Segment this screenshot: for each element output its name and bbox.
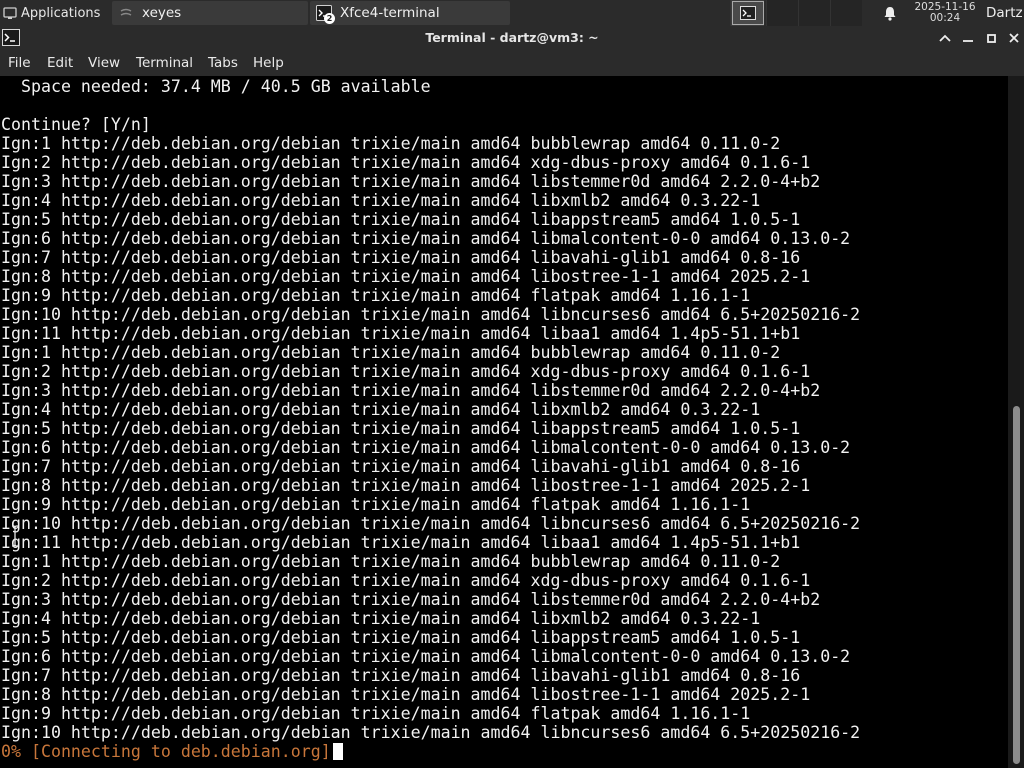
terminal-line: Ign:6 http://deb.debian.org/debian trixi… [1, 647, 851, 666]
terminal-line: Ign:7 http://deb.debian.org/debian trixi… [1, 457, 801, 476]
workspace-3[interactable] [798, 0, 830, 26]
terminal-icon [739, 6, 756, 20]
terminal-line: Ign:8 http://deb.debian.org/debian trixi… [1, 476, 811, 495]
clock-time: 00:24 [929, 12, 961, 24]
progress-text: 0% [Connecting to deb.debian.org] [1, 742, 331, 761]
menu-bar: File Edit View Terminal Tabs Help [0, 50, 1024, 76]
terminal-line: Ign:5 http://deb.debian.org/debian trixi… [1, 628, 801, 647]
terminal-line: Ign:3 http://deb.debian.org/debian trixi… [1, 172, 821, 191]
window-titlebar[interactable]: Terminal - dartz@vm3: ~ [0, 26, 1024, 50]
terminal-line: Ign:2 http://deb.debian.org/debian trixi… [1, 362, 811, 381]
terminal-line: Ign:2 http://deb.debian.org/debian trixi… [1, 571, 811, 590]
terminal-line: Ign:10 http://deb.debian.org/debian trix… [1, 723, 861, 742]
terminal-line: Ign:6 http://deb.debian.org/debian trixi… [1, 229, 851, 248]
terminal-line: Ign:1 http://deb.debian.org/debian trixi… [1, 134, 781, 153]
menu-file[interactable]: File [8, 50, 31, 76]
top-panel: Applications xeyes 2 Xfce4-terminal 2025… [0, 0, 1024, 26]
terminal-line: Ign:8 http://deb.debian.org/debian trixi… [1, 267, 811, 286]
terminal-output[interactable]: Space needed: 37.4 MB / 40.5 GB availabl… [0, 76, 1008, 768]
user-name: Dartz [986, 5, 1023, 21]
terminal-line: Ign:6 http://deb.debian.org/debian trixi… [1, 438, 851, 457]
menu-terminal[interactable]: Terminal [136, 50, 193, 76]
terminal-line: Ign:7 http://deb.debian.org/debian trixi… [1, 248, 801, 267]
text-cursor-icon [12, 525, 18, 547]
terminal-line: Ign:10 http://deb.debian.org/debian trix… [1, 514, 861, 533]
terminal-line: Space needed: 37.4 MB / 40.5 GB availabl… [1, 77, 431, 96]
workspace-4[interactable] [830, 0, 862, 26]
clock[interactable]: 2025-11-16 00:24 [906, 0, 984, 26]
terminal-line: Ign:4 http://deb.debian.org/debian trixi… [1, 191, 761, 210]
menu-view[interactable]: View [88, 50, 120, 76]
terminal-line: Ign:5 http://deb.debian.org/debian trixi… [1, 419, 801, 438]
maximize-button[interactable] [935, 28, 955, 48]
terminal-line: Ign:8 http://deb.debian.org/debian trixi… [1, 685, 811, 704]
applications-menu-button[interactable]: Applications [0, 0, 108, 26]
terminal-line: Ign:5 http://deb.debian.org/debian trixi… [1, 210, 801, 229]
terminal-line: Ign:9 http://deb.debian.org/debian trixi… [1, 495, 751, 514]
close-icon [1009, 33, 1019, 43]
restore-button[interactable] [981, 28, 1001, 48]
terminal-line: Ign:4 http://deb.debian.org/debian trixi… [1, 609, 761, 628]
taskbar-item-label: Xfce4-terminal [340, 5, 440, 21]
terminal-lines: Space needed: 37.4 MB / 40.5 GB availabl… [1, 77, 860, 761]
menu-help[interactable]: Help [253, 50, 284, 76]
terminal-line: Ign:9 http://deb.debian.org/debian trixi… [1, 286, 751, 305]
terminal-line: Ign:2 http://deb.debian.org/debian trixi… [1, 153, 811, 172]
terminal-scrollbar[interactable] [1008, 76, 1024, 768]
terminal-line: Ign:9 http://deb.debian.org/debian trixi… [1, 704, 751, 723]
taskbar-item-terminal[interactable]: 2 Xfce4-terminal [310, 1, 510, 25]
minimize-icon [963, 40, 973, 42]
window-count-badge: 2 [324, 13, 335, 24]
window-title: Terminal - dartz@vm3: ~ [425, 30, 599, 45]
terminal-cursor [332, 743, 343, 760]
user-menu-button[interactable]: Dartz [986, 0, 1024, 26]
close-button[interactable] [1004, 28, 1024, 48]
taskbar-item-label: xeyes [142, 5, 182, 21]
notifications-button[interactable] [878, 0, 902, 26]
terminal-line: Ign:1 http://deb.debian.org/debian trixi… [1, 343, 781, 362]
menu-edit[interactable]: Edit [47, 50, 73, 76]
workspace-1[interactable] [730, 0, 764, 26]
bell-icon [884, 6, 896, 21]
applications-label: Applications [21, 5, 101, 21]
xfce-logo-icon [3, 7, 17, 19]
progress-line: 0% [Connecting to deb.debian.org] [1, 742, 860, 761]
terminal-icon: 2 [316, 5, 335, 24]
taskbar-item-xeyes[interactable]: xeyes [112, 1, 308, 25]
terminal-line: Ign:3 http://deb.debian.org/debian trixi… [1, 381, 821, 400]
scrollbar-thumb[interactable] [1013, 406, 1020, 764]
terminal-line: Ign:3 http://deb.debian.org/debian trixi… [1, 590, 821, 609]
terminal-line: Ign:7 http://deb.debian.org/debian trixi… [1, 666, 801, 685]
terminal-line: Ign:11 http://deb.debian.org/debian trix… [1, 324, 801, 343]
terminal-line: Ign:11 http://deb.debian.org/debian trix… [1, 533, 801, 552]
terminal-line: Ign:10 http://deb.debian.org/debian trix… [1, 305, 861, 324]
minimize-button[interactable] [958, 28, 978, 48]
chevron-up-icon [939, 34, 951, 42]
workspace-2[interactable] [766, 0, 798, 26]
terminal-line: Ign:1 http://deb.debian.org/debian trixi… [1, 552, 781, 571]
xeyes-icon [120, 8, 132, 16]
terminal-line: Continue? [Y/n] [1, 115, 151, 134]
terminal-line: Ign:4 http://deb.debian.org/debian trixi… [1, 400, 761, 419]
menu-tabs[interactable]: Tabs [208, 50, 238, 76]
maximize-icon [986, 33, 996, 43]
